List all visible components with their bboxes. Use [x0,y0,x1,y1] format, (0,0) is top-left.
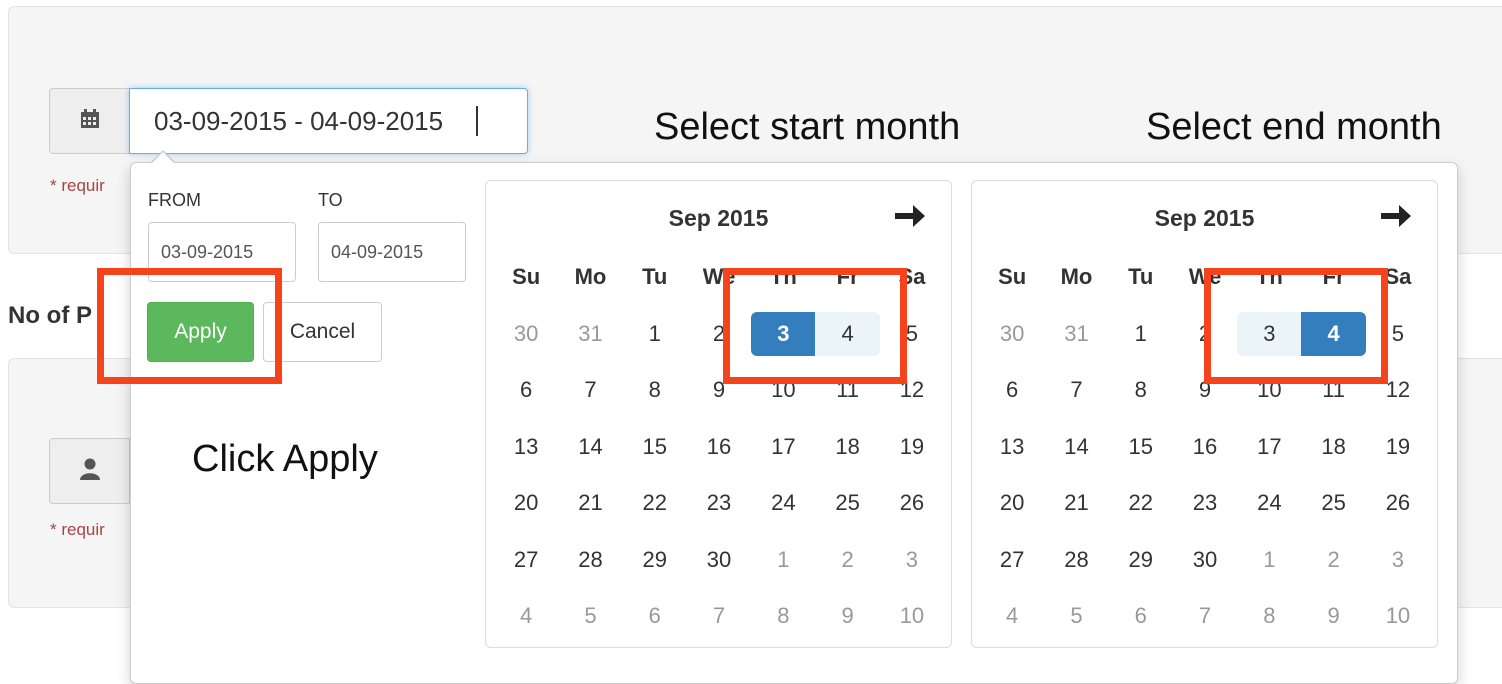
annotation-select-end: Select end month [1146,106,1442,148]
day-cell[interactable]: 27 [980,532,1044,589]
weekday-header: Su [998,264,1027,290]
day-cell[interactable]: 6 [980,362,1044,419]
day-cell[interactable]: 21 [558,475,622,532]
day-cell[interactable]: 15 [1109,419,1173,476]
day-cell[interactable]: 2 [1301,532,1365,589]
day-cell[interactable]: 30 [687,532,751,589]
day-cell[interactable]: 28 [1044,532,1108,589]
calendar-addon[interactable] [49,88,130,154]
start-calendar-month: Sep 2015 [668,205,769,231]
day-cell[interactable]: 8 [623,362,687,419]
day-cell[interactable]: 23 [1173,475,1237,532]
day-cell[interactable]: 29 [623,532,687,589]
day-cell[interactable]: 8 [1237,588,1301,645]
day-cell[interactable]: 21 [1044,475,1108,532]
day-cell[interactable]: 28 [558,532,622,589]
day-cell[interactable]: 24 [751,475,815,532]
day-cell[interactable]: 4 [980,588,1044,645]
day-cell[interactable]: 16 [687,419,751,476]
day-cell[interactable]: 13 [980,419,1044,476]
end-calendar: Sep 2015 Su Mo Tu We Th Fr Sa 30 31 1 2 3 4 5 6 7 8 9 10 11… [971,180,1438,648]
from-label: FROM [148,190,201,210]
day-cell[interactable]: 3 [1366,532,1430,589]
to-date-field[interactable] [318,222,466,282]
day-cell[interactable]: 7 [1173,588,1237,645]
required-hint: * requir [50,176,105,195]
day-cell[interactable]: 20 [494,475,558,532]
day-cell[interactable]: 31 [558,306,622,363]
highlight-box-apply [97,268,282,384]
day-cell[interactable]: 6 [1109,588,1173,645]
weekday-header: Tu [1128,264,1154,290]
day-cell[interactable]: 30 [980,306,1044,363]
weekday-header: Su [512,264,541,290]
day-cell[interactable]: 17 [1237,419,1301,476]
day-cell[interactable]: 1 [623,306,687,363]
day-cell[interactable]: 22 [1109,475,1173,532]
day-cell[interactable]: 6 [623,588,687,645]
weekday-header: Mo [1060,264,1093,290]
next-month-arrow-icon[interactable] [893,201,927,231]
day-cell[interactable]: 5 [558,588,622,645]
user-icon [79,458,100,485]
day-cell[interactable]: 1 [1109,306,1173,363]
day-cell[interactable]: 8 [751,588,815,645]
day-cell[interactable]: 20 [980,475,1044,532]
day-cell[interactable]: 29 [1109,532,1173,589]
day-cell[interactable]: 7 [558,362,622,419]
day-cell[interactable]: 3 [880,532,944,589]
weekday-header: Tu [642,264,668,290]
day-cell[interactable]: 7 [1044,362,1108,419]
day-cell[interactable]: 6 [494,362,558,419]
weekday-header: Mo [574,264,607,290]
person-addon[interactable] [49,438,130,504]
end-calendar-month: Sep 2015 [1154,205,1255,231]
day-cell[interactable]: 1 [751,532,815,589]
day-cell[interactable]: 14 [1044,419,1108,476]
day-cell[interactable]: 26 [880,475,944,532]
day-cell[interactable]: 22 [623,475,687,532]
date-range-input[interactable] [129,88,528,154]
day-cell[interactable]: 5 [1044,588,1108,645]
annotation-click-apply: Click Apply [192,438,378,480]
day-cell[interactable]: 10 [880,588,944,645]
day-cell[interactable]: 30 [1173,532,1237,589]
day-cell[interactable]: 26 [1366,475,1430,532]
text-caret [476,106,478,136]
day-cell[interactable]: 10 [1366,588,1430,645]
annotation-select-start: Select start month [654,106,961,148]
day-cell[interactable]: 25 [815,475,879,532]
day-cell[interactable]: 18 [1301,419,1365,476]
day-cell[interactable]: 15 [623,419,687,476]
start-calendar: Sep 2015 Su Mo Tu We Th Fr Sa 30 31 1 2 3 4 5 6 7 8 9 10 11… [485,180,952,648]
day-cell[interactable]: 9 [815,588,879,645]
day-cell[interactable]: 2 [815,532,879,589]
required-hint-persons: * requir [50,520,105,539]
day-cell[interactable]: 30 [494,306,558,363]
calendar-icon [80,108,100,134]
day-cell[interactable]: 25 [1301,475,1365,532]
day-cell[interactable]: 18 [815,419,879,476]
day-cell[interactable]: 24 [1237,475,1301,532]
next-month-arrow-icon[interactable] [1379,201,1413,231]
day-cell[interactable]: 16 [1173,419,1237,476]
day-cell[interactable]: 27 [494,532,558,589]
day-cell[interactable]: 19 [880,419,944,476]
highlight-box-start [723,268,907,384]
day-cell[interactable]: 4 [494,588,558,645]
day-cell[interactable]: 9 [1301,588,1365,645]
day-cell[interactable]: 17 [751,419,815,476]
picker-pointer-inner [151,152,175,164]
section-title: No of P [8,302,92,329]
day-cell[interactable]: 8 [1109,362,1173,419]
day-cell[interactable]: 31 [1044,306,1108,363]
day-cell[interactable]: 19 [1366,419,1430,476]
day-cell[interactable]: 7 [687,588,751,645]
to-label: TO [318,190,343,210]
day-cell[interactable]: 1 [1237,532,1301,589]
day-cell[interactable]: 23 [687,475,751,532]
day-cell[interactable]: 14 [558,419,622,476]
highlight-box-end [1204,268,1388,384]
day-cell[interactable]: 13 [494,419,558,476]
